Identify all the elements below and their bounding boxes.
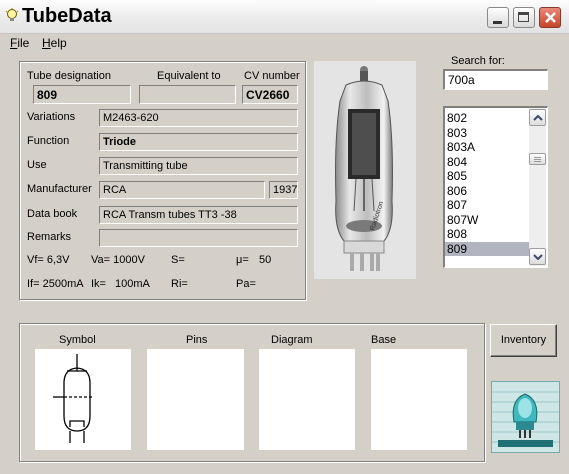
tube-list-item[interactable]: 803A (445, 140, 532, 155)
symbol-panel (35, 349, 131, 450)
scroll-up-button[interactable] (529, 109, 546, 126)
vacuum-tube-photo: Radiotron (314, 61, 416, 279)
tube-logo-icon (492, 382, 559, 452)
param-if: If= 2500mA (27, 278, 84, 290)
variations-field[interactable]: M2463-620 (99, 109, 298, 127)
designation-field[interactable]: 809 (33, 85, 131, 104)
param-vf: Vf= 6,3V (27, 254, 70, 266)
maximize-icon (518, 12, 529, 22)
use-label: Use (27, 159, 47, 171)
tube-list-item[interactable]: 808 (445, 227, 532, 242)
chevron-up-icon (533, 114, 543, 121)
variations-label: Variations (27, 111, 76, 123)
tube-list-item[interactable]: 807W (445, 213, 532, 228)
symbol-label: Symbol (59, 334, 96, 346)
param-mu: μ= (236, 254, 249, 266)
equivalent-field[interactable] (139, 85, 236, 104)
tube-list-item[interactable]: 804 (445, 155, 532, 170)
param-pa: Pa= (236, 278, 256, 290)
menu-file[interactable]: File (10, 36, 29, 50)
tube-list-item[interactable]: 806 (445, 184, 532, 199)
search-label: Search for: (451, 55, 505, 67)
function-field[interactable]: Triode (99, 133, 298, 151)
window-title: TubeData (22, 5, 112, 27)
tube-list-item[interactable]: 809 (445, 241, 532, 256)
tube-list[interactable]: 802 803 803A 804 805 806 807 807W 808 809 (443, 106, 548, 268)
close-icon (545, 12, 556, 23)
diagram-panel (259, 349, 355, 450)
title-bar: TubeData (0, 0, 569, 34)
diagram-label: Diagram (271, 334, 313, 346)
cv-number-label: CV number (244, 70, 300, 82)
year-field[interactable]: 1937 (269, 181, 298, 199)
base-panel (371, 349, 467, 450)
function-label: Function (27, 135, 70, 147)
designation-label: Tube designation (27, 70, 111, 82)
data-book-label: Data book (27, 208, 78, 220)
remarks-label: Remarks (27, 231, 72, 243)
equivalent-label: Equivalent to (157, 70, 221, 82)
pins-panel (147, 349, 244, 450)
param-ik-value: 100mA (115, 278, 150, 290)
app-logo (491, 381, 560, 453)
cv-number-field[interactable]: CV2660 (242, 85, 298, 104)
manufacturer-field[interactable]: RCA (99, 181, 265, 199)
inventory-button[interactable]: Inventory (490, 324, 557, 357)
param-ri: Ri= (171, 278, 188, 290)
use-field[interactable]: Transmitting tube (99, 157, 298, 175)
param-ik: Ik= (91, 278, 106, 290)
minimize-icon (493, 21, 502, 24)
param-va: Va= 1000V (91, 254, 145, 266)
param-s: S= (171, 254, 185, 266)
scroll-down-button[interactable] (529, 248, 546, 265)
pins-label: Pins (186, 334, 208, 346)
lightbulb-icon (5, 8, 19, 21)
tube-list-item[interactable]: 803 (445, 126, 532, 141)
base-label: Base (371, 334, 397, 346)
list-scrollbar[interactable] (529, 108, 546, 266)
data-book-field[interactable]: RCA Transm tubes TT3 -38 (99, 206, 298, 224)
minimize-button[interactable] (487, 7, 509, 28)
tube-list-item[interactable]: 802 (445, 111, 532, 126)
close-button[interactable] (539, 7, 561, 28)
maximize-button[interactable] (513, 7, 535, 28)
manufacturer-label: Manufacturer (27, 183, 92, 195)
tube-photo: Radiotron (314, 61, 416, 279)
chevron-down-icon (533, 254, 543, 260)
param-mu-value: 50 (259, 254, 272, 266)
menu-bar: File Help (0, 34, 569, 52)
triode-symbol-icon (53, 354, 92, 443)
menu-help[interactable]: Help (42, 36, 67, 50)
remarks-field[interactable] (99, 229, 298, 247)
tube-list-item[interactable]: 807 (445, 198, 532, 213)
scroll-thumb[interactable] (529, 153, 546, 165)
search-input[interactable]: 700a (443, 69, 548, 90)
tube-list-item[interactable]: 805 (445, 169, 532, 184)
